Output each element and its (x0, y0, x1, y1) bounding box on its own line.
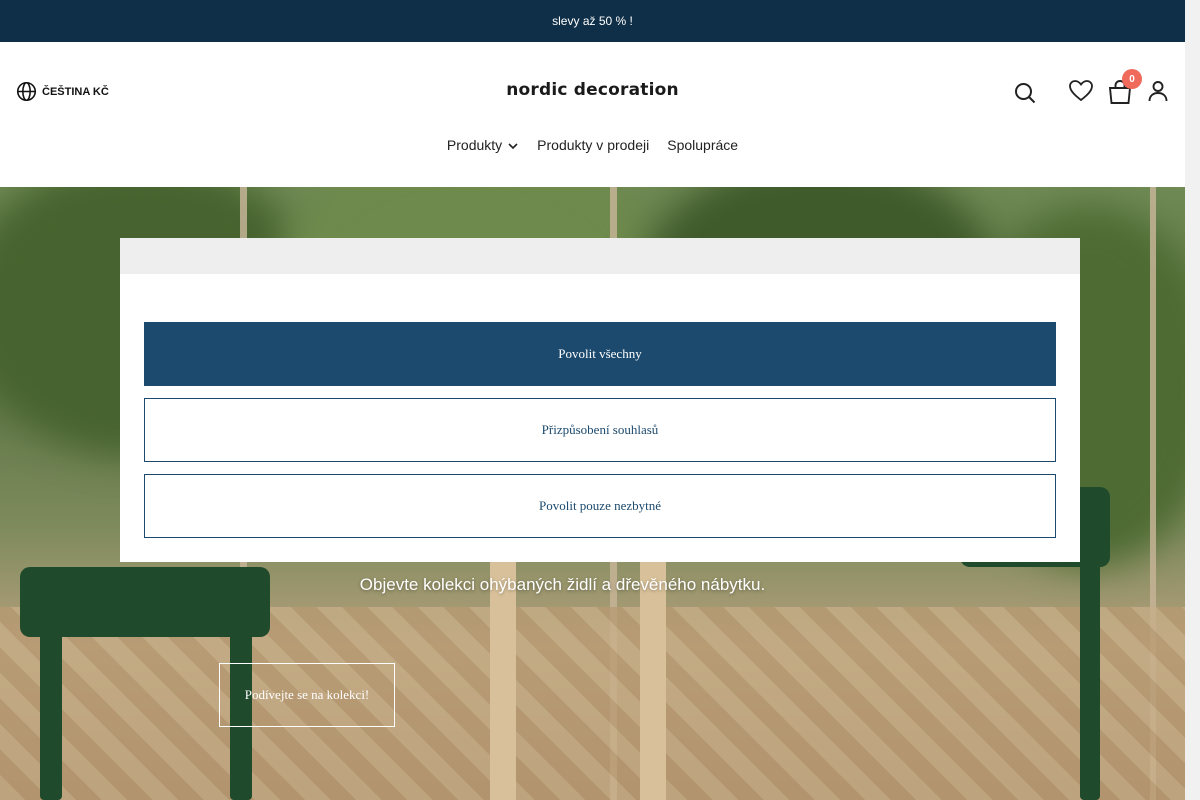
account-button[interactable] (1146, 79, 1170, 103)
logo-link[interactable]: nordic decoration (506, 80, 679, 100)
allow-necessary-only-button[interactable]: Povolit pouze nezbytné (144, 474, 1056, 538)
announcement-bar: slevy až 50 % ! (0, 0, 1185, 42)
site-logo: nordic decoration (0, 80, 1185, 100)
heart-icon (1069, 80, 1093, 102)
search-button[interactable] (1013, 81, 1037, 105)
search-icon (1015, 83, 1036, 104)
wishlist-button[interactable] (1068, 79, 1094, 103)
green-chair-leg (40, 627, 62, 800)
nav-item-label: Produkty v prodeji (537, 137, 650, 153)
chevron-down-icon (508, 143, 518, 150)
nav-item-spoluprace[interactable]: Spolupráce (667, 137, 738, 153)
announcement-text: slevy až 50 % ! (552, 14, 633, 28)
allow-all-button[interactable]: Povolit všechny (144, 322, 1056, 386)
main-nav: Produkty Produkty v prodeji Spolupráce (0, 137, 1185, 153)
nav-item-label: Spolupráce (667, 137, 739, 153)
nav-item-produkty-v-prodeji[interactable]: Produkty v prodeji (537, 137, 649, 153)
customize-consent-button[interactable]: Přizpůsobení souhlasů (144, 398, 1056, 462)
page-scrollbar[interactable] (1185, 0, 1200, 800)
site-header: ČEŠTINA KČ nordic decoration 0 Produkty (0, 42, 1185, 187)
nav-item-produkty[interactable]: Produkty (447, 137, 519, 153)
consent-dialog-header (120, 238, 1080, 274)
cart-count-badge: 0 (1122, 69, 1142, 89)
hero-tagline: Objevte kolekci ohýbaných židlí a dřevěn… (359, 575, 766, 594)
table-leg (490, 527, 516, 800)
cookie-consent-dialog: Povolit všechny Přizpůsobení souhlasů Po… (120, 238, 1080, 562)
view-collection-button[interactable]: Podívejte se na kolekci! (219, 663, 395, 727)
user-icon (1148, 81, 1168, 102)
nav-item-label: Produkty (446, 137, 503, 153)
